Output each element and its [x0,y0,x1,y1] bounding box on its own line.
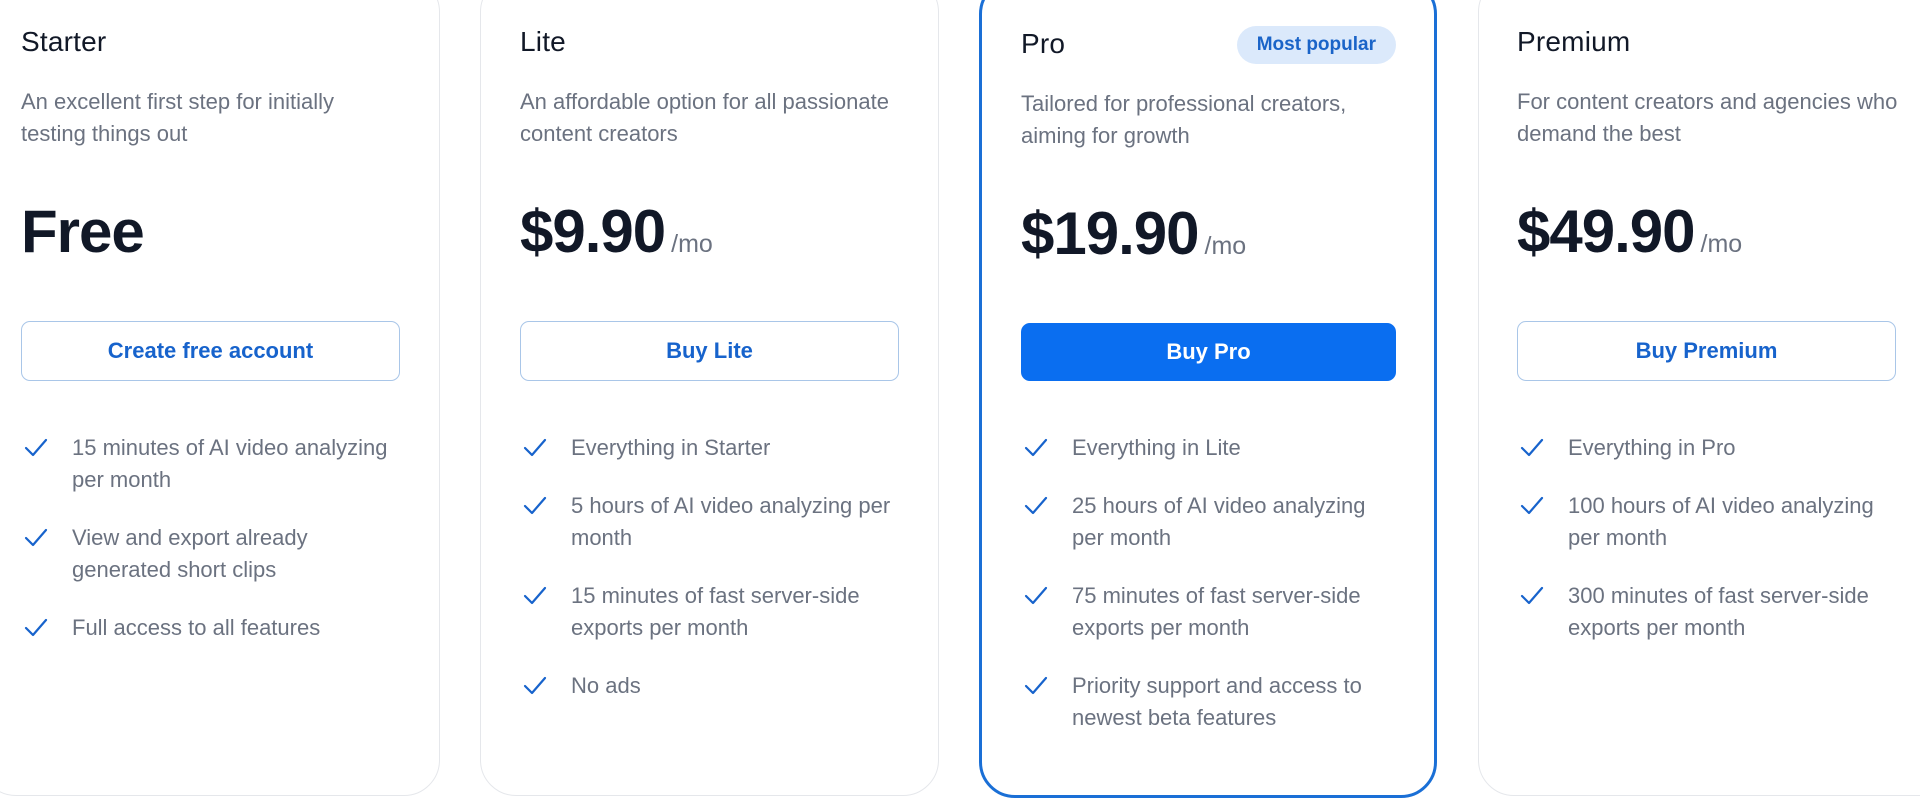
feature-item: Priority support and access to newest be… [1021,670,1400,734]
plan-description: For content creators and agencies who de… [1517,89,1898,146]
feature-text: 15 minutes of AI video analyzing per mon… [72,435,388,492]
price-row: $19.90/mo [1021,198,1246,270]
feature-item: 15 minutes of AI video analyzing per mon… [21,432,400,496]
feature-item: 100 hours of AI video analyzing per mont… [1517,490,1896,554]
check-icon [523,490,551,522]
plan-premium: Premium For content creators and agencie… [1517,0,1897,759]
plan-lite: Lite An affordable option for all passio… [520,0,899,759]
plan-title: Pro [1021,28,1066,59]
feature-text: 300 minutes of fast server-side exports … [1568,583,1869,640]
feature-text: Everything in Lite [1072,435,1241,460]
buy-pro-button[interactable]: Buy Pro [1021,323,1396,381]
buy-lite-button[interactable]: Buy Lite [520,321,899,381]
plan-price: $9.90 [520,198,666,265]
feature-text: View and export already generated short … [72,525,308,582]
feature-text: Full access to all features [72,615,321,640]
feature-item: 15 minutes of fast server-side exports p… [520,580,899,644]
check-icon [24,522,52,554]
feature-text: 15 minutes of fast server-side exports p… [571,583,860,640]
feature-item: 75 minutes of fast server-side exports p… [1021,580,1400,644]
check-icon [1024,490,1052,522]
feature-item: No ads [520,670,899,702]
feature-text: Everything in Starter [571,435,771,460]
plan-description: An affordable option for all passionate … [520,89,889,146]
buy-premium-button[interactable]: Buy Premium [1517,321,1896,381]
feature-item: View and export already generated short … [21,522,400,586]
check-icon [24,612,52,644]
plan-description: Tailored for professional creators, aimi… [1021,91,1347,148]
feature-list: Everything in Lite 25 hours of AI video … [1021,432,1400,760]
plan-description: An excellent first step for initially te… [21,89,335,146]
price-period: /mo [1700,230,1743,258]
check-icon [523,432,551,464]
price-row: $49.90/mo [1517,196,1742,268]
feature-item: 5 hours of AI video analyzing per month [520,490,899,554]
check-icon [523,580,551,612]
most-popular-badge: Most popular [1236,26,1396,64]
create-free-account-button[interactable]: Create free account [21,321,400,381]
feature-item: 300 minutes of fast server-side exports … [1517,580,1896,644]
check-icon [1520,490,1548,522]
feature-text: No ads [571,673,641,698]
price-period: /mo [671,230,713,258]
check-icon [1024,432,1052,464]
plan-price: $49.90 [1517,198,1696,265]
plan-price: $19.90 [1021,200,1200,267]
check-icon [523,670,551,702]
check-icon [1520,580,1548,612]
price-period: /mo [1204,232,1247,260]
feature-list: Everything in Pro 100 hours of AI video … [1517,432,1896,670]
price-row: $9.90/mo [520,196,713,268]
plan-title: Starter [21,26,107,57]
plan-title: Premium [1517,26,1631,57]
feature-item: Full access to all features [21,612,400,644]
feature-item: Everything in Starter [520,432,899,464]
feature-list: 15 minutes of AI video analyzing per mon… [21,432,400,670]
feature-item: Everything in Lite [1021,432,1400,464]
feature-text: 5 hours of AI video analyzing per month [571,493,891,550]
feature-item: 25 hours of AI video analyzing per month [1021,490,1400,554]
check-icon [1024,580,1052,612]
check-icon [1024,670,1052,702]
check-icon [1520,432,1548,464]
price-row: Free [21,196,145,268]
plan-price: Free [21,198,145,265]
plan-title: Lite [520,26,566,57]
feature-text: Everything in Pro [1568,435,1736,460]
feature-text: Priority support and access to newest be… [1072,673,1362,730]
check-icon [24,432,52,464]
feature-list: Everything in Starter 5 hours of AI vide… [520,432,899,728]
feature-text: 100 hours of AI video analyzing per mont… [1568,493,1874,550]
plan-starter: Starter An excellent first step for init… [21,0,400,759]
feature-text: 75 minutes of fast server-side exports p… [1072,583,1361,640]
feature-text: 25 hours of AI video analyzing per month [1072,493,1366,550]
plan-pro: Pro Most popular Tailored for profession… [1021,2,1396,759]
feature-item: Everything in Pro [1517,432,1896,464]
